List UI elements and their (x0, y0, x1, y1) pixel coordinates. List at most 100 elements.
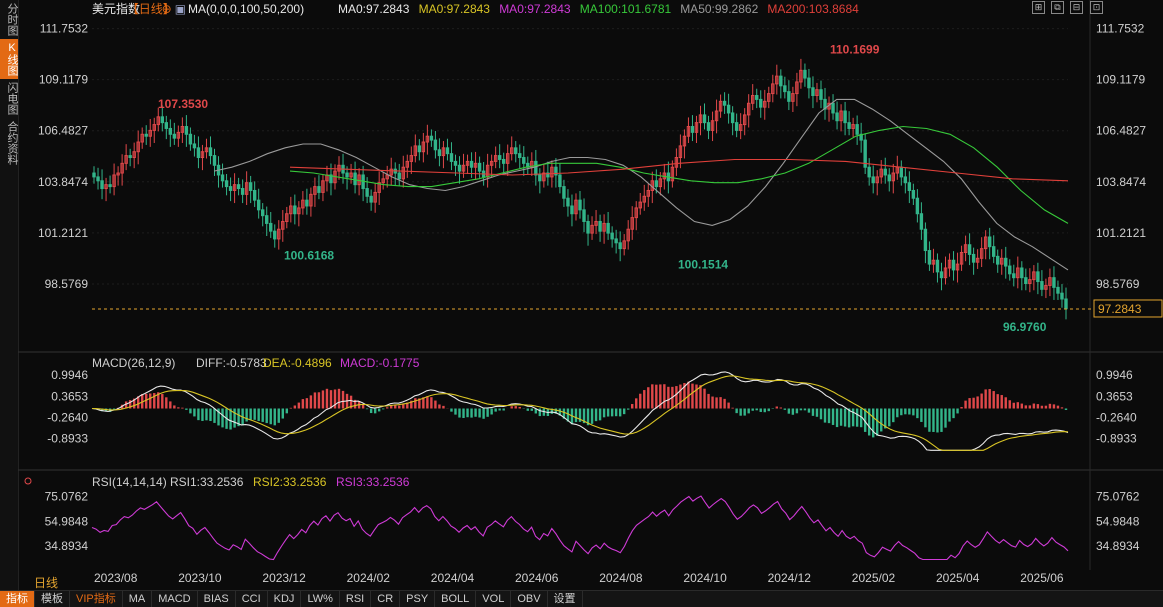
candle-body (899, 166, 904, 178)
candle-body (722, 100, 727, 106)
indicator-tab-2[interactable]: VIP指标 (70, 591, 123, 607)
macd-tick-left: -0.8933 (47, 431, 88, 445)
candle-body (449, 153, 454, 162)
candle-body (1060, 292, 1064, 300)
indicator-tab-1[interactable]: 模板 (35, 591, 70, 607)
rsi-tick-right: 75.0762 (1096, 490, 1140, 504)
sidebar: 分时图 K线图 闪电图 合约资料 (0, 0, 19, 590)
macd-tick-right: 0.3653 (1096, 389, 1133, 403)
candle-body (819, 89, 823, 100)
restore-icon[interactable]: ⧉ (1051, 1, 1064, 14)
candle-body (734, 122, 739, 131)
candle-body (1008, 265, 1012, 275)
candle-body (260, 209, 265, 217)
candle-body (305, 199, 309, 207)
ma-value-4: MA50:99.2862 (680, 2, 758, 16)
candle-body (610, 232, 614, 240)
rsi-line (91, 495, 1069, 561)
sidebar-tab-0[interactable]: 分时图 (0, 0, 18, 39)
ma100-line (289, 125, 1069, 224)
rsi-tick-left: 75.0762 (45, 490, 89, 504)
candle-body (991, 246, 996, 257)
candle-body (726, 104, 731, 114)
maximize-icon[interactable]: ⊞ (1032, 1, 1045, 14)
fullscreen-icon[interactable]: ⊟ (1070, 1, 1083, 14)
candle-body (108, 184, 112, 188)
indicator-tab-6[interactable]: CCI (236, 591, 268, 607)
candle-body (779, 75, 783, 87)
candle-body (871, 176, 875, 184)
indicator-tab-13[interactable]: VOL (476, 591, 512, 607)
time-tick: 2025/06 (1020, 571, 1064, 585)
candle-body (172, 133, 177, 139)
indicator-tab-5[interactable]: BIAS (198, 591, 236, 607)
candle-body (514, 147, 518, 155)
indicator-tab-12[interactable]: BOLL (435, 591, 477, 607)
candle-body (903, 176, 908, 184)
candle-body (831, 102, 835, 114)
annotation-high2: 110.1699 (830, 42, 880, 56)
time-tick: 2024/06 (515, 571, 559, 585)
candle-body (586, 220, 590, 234)
indicator-tab-3[interactable]: MA (123, 591, 153, 607)
indicator-tab-9[interactable]: RSI (340, 591, 372, 607)
indicator-tab-4[interactable]: MACD (152, 591, 198, 607)
candle-body (417, 145, 422, 153)
macd-dea: DEA:-0.4896 (263, 356, 332, 370)
sidebar-tab-1[interactable]: K线图 (0, 39, 18, 79)
ma-value-5: MA200:103.8684 (767, 2, 859, 16)
indicator-tab-15[interactable]: 设置 (548, 591, 583, 607)
macd-tick-right: 0.9946 (1096, 368, 1133, 382)
ma-value-3: MA100:101.6781 (580, 2, 672, 16)
macd-diff: DIFF:-0.5783 (196, 356, 267, 370)
candle-body (1052, 277, 1056, 288)
candle-body (654, 180, 659, 188)
candle-body (570, 205, 574, 215)
candle-body (907, 182, 912, 191)
candle-body (453, 160, 458, 166)
sidebar-tab-2[interactable]: 闪电图 (0, 79, 18, 118)
candle-body (212, 155, 217, 166)
indicator-tab-0[interactable]: 指标 (0, 591, 35, 607)
time-tick: 2024/10 (683, 571, 727, 585)
candle-body (755, 95, 759, 100)
indicator-tab-14[interactable]: OBV (511, 591, 548, 607)
header-item-2: ⊕ (162, 2, 172, 16)
sidebar-tab-3[interactable]: 合约资料 (0, 118, 18, 168)
candle-body (558, 174, 562, 188)
chart-canvas[interactable]: 111.7532 111.7532 109.1179 109.1179 106.4827… (18, 0, 1163, 590)
annotation-low3: 96.9760 (1003, 320, 1047, 334)
candle-body (582, 209, 586, 222)
candle-body (518, 153, 522, 159)
candle-body (96, 176, 100, 182)
indicator-tab-10[interactable]: CR (371, 591, 401, 607)
candle-body (566, 197, 570, 207)
price-tick-right: 111.7532 (1096, 22, 1145, 36)
candle-body (469, 160, 474, 168)
indicator-tab-11[interactable]: PSY (400, 591, 436, 607)
candle-body (538, 174, 542, 182)
expand-icon[interactable]: ⊡ (1090, 1, 1103, 14)
rsi-2: RSI2:33.2536 (253, 475, 327, 489)
candle-body (433, 139, 438, 151)
candle-body (996, 255, 1000, 265)
candle-body (1012, 273, 1016, 279)
annotation-low1: 100.6168 (284, 248, 334, 262)
candle-body (618, 242, 622, 250)
candle-body (847, 122, 851, 129)
candle-body (927, 250, 932, 265)
candle-body (184, 126, 189, 135)
candle-body (939, 271, 944, 279)
candle-body (1020, 267, 1024, 279)
indicator-tab-7[interactable]: KDJ (268, 591, 302, 607)
candle-body (951, 259, 956, 271)
indicator-tab-8[interactable]: LW% (301, 591, 340, 607)
period-label[interactable]: 日线 (34, 574, 58, 591)
candle-body (883, 168, 887, 176)
ma-value-1: MA0:97.2843 (419, 2, 491, 16)
candle-body (236, 184, 241, 190)
candle-body (706, 122, 711, 131)
annotation-high1: 107.3530 (158, 97, 208, 111)
candle-body (256, 199, 261, 211)
candle-body (915, 197, 920, 215)
